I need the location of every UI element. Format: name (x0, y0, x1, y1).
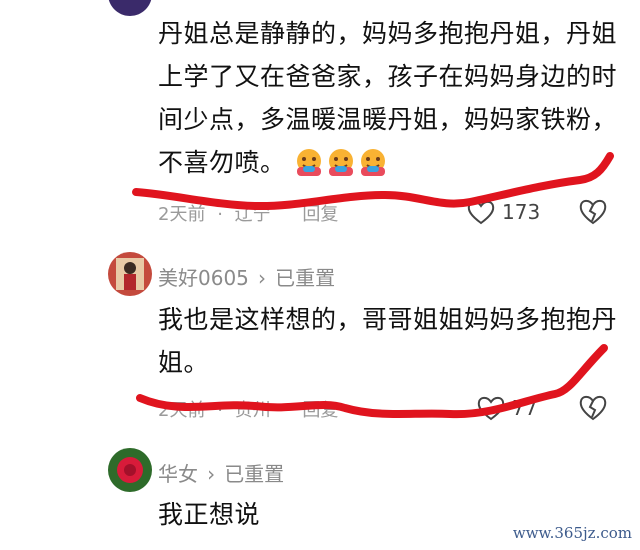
watermark: www.365jz.com (512, 524, 632, 542)
annotation-underline (132, 152, 614, 419)
